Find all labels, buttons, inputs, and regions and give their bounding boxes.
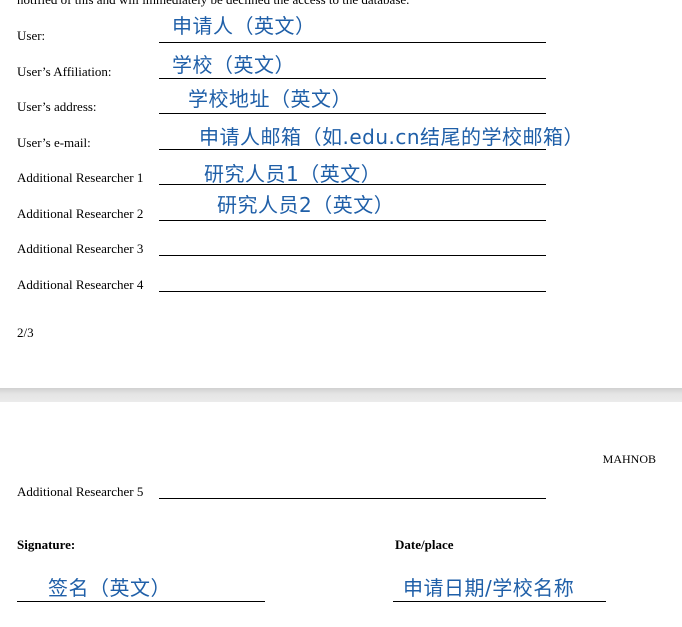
field-label-researcher-4: Additional Researcher 4 — [17, 277, 144, 292]
field-line-address[interactable] — [159, 113, 546, 114]
page-header: MAHNOB — [602, 452, 656, 466]
document-page-2: MAHNOB Additional Researcher 5 Signature… — [0, 402, 682, 627]
handwritten-email: 申请人邮箱（如.edu.cn结尾的学校邮箱） — [199, 125, 585, 149]
signature-label: Signature: — [17, 537, 76, 552]
field-line-researcher-5[interactable] — [159, 498, 546, 499]
field-line-user[interactable] — [159, 42, 546, 43]
field-label-affiliation: User’s Affiliation: — [17, 64, 112, 79]
field-label-researcher-3: Additional Researcher 3 — [17, 241, 144, 256]
handwritten-affiliation: 学校（英文） — [172, 53, 295, 77]
date-place-label: Date/place — [395, 537, 454, 552]
handwritten-address: 学校地址（英文） — [188, 87, 352, 111]
handwritten-signature: 签名（英文） — [48, 576, 171, 600]
handwritten-user: 申请人（英文） — [172, 14, 316, 38]
field-line-researcher-4[interactable] — [159, 291, 546, 292]
field-label-user: User: — [17, 28, 46, 43]
field-label-email: User’s e-mail: — [17, 135, 91, 150]
signature-line[interactable] — [17, 601, 265, 602]
date-place-line[interactable] — [393, 601, 606, 602]
field-label-researcher-2: Additional Researcher 2 — [17, 206, 144, 221]
handwritten-date-place: 申请日期/学校名称 — [403, 576, 575, 600]
document-page-1: notified of this and will immediately be… — [0, 0, 682, 388]
handwritten-researcher-2: 研究人员2（英文） — [217, 193, 395, 217]
truncated-paragraph: notified of this and will immediately be… — [17, 0, 409, 8]
field-line-affiliation[interactable] — [159, 78, 546, 79]
field-label-researcher-1: Additional Researcher 1 — [17, 170, 144, 185]
page-separator — [0, 388, 682, 402]
field-line-researcher-2[interactable] — [159, 220, 546, 221]
field-line-researcher-3[interactable] — [159, 255, 546, 256]
field-label-address: User’s address: — [17, 99, 97, 114]
field-label-researcher-5: Additional Researcher 5 — [17, 484, 144, 499]
handwritten-researcher-1: 研究人员1（英文） — [204, 162, 382, 186]
page-number: 2/3 — [17, 325, 34, 340]
